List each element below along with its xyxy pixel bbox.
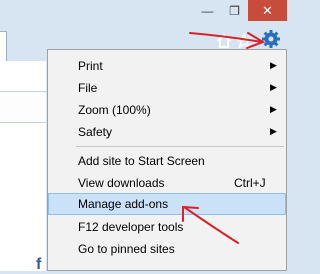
page-band [0,91,46,123]
menu-item-go-to-pinned-sites[interactable]: Go to pinned sites [48,238,286,260]
menu-item-zoom[interactable]: Zoom (100%) ▶ [48,99,286,121]
menu-item-label: Zoom (100%) [78,103,151,117]
tools-menu: Print ▶ File ▶ Zoom (100%) ▶ Safety ▶ Ad… [47,49,287,271]
home-icon[interactable] [217,32,231,50]
browser-tab-edge[interactable] [0,31,7,62]
menu-item-print[interactable]: Print ▶ [48,55,286,77]
menu-item-label: View downloads [78,176,165,190]
menu-item-label: Go to pinned sites [78,242,175,256]
submenu-arrow-icon: ▶ [270,126,277,136]
menu-item-add-site-to-start-screen[interactable]: Add site to Start Screen [48,150,286,172]
menu-item-f12-developer-tools[interactable]: F12 developer tools [48,216,286,238]
menu-item-safety[interactable]: Safety ▶ [48,121,286,143]
facebook-letter: f [36,256,42,273]
submenu-arrow-icon: ▶ [270,82,277,92]
close-button[interactable]: ✕ [248,0,287,21]
menu-item-label: Safety [78,125,113,139]
menu-item-label: Print [78,59,103,73]
menu-item-file[interactable]: File ▶ [48,77,286,99]
title-bar: — ❐ ✕ [0,0,287,26]
restore-button[interactable]: ❐ [221,0,248,21]
menu-item-label: F12 developer tools [78,220,184,234]
submenu-arrow-icon: ▶ [270,60,277,70]
page-content: f [0,61,46,273]
star-icon[interactable] [236,32,252,50]
minimize-button[interactable]: — [194,0,221,21]
menu-item-label: File [78,81,98,95]
menu-item-label: Manage add-ons [78,197,169,211]
menu-item-view-downloads[interactable]: View downloads Ctrl+J [48,172,286,194]
menu-item-label: Add site to Start Screen [78,154,205,168]
gear-icon[interactable] [261,29,281,49]
menu-item-shortcut: Ctrl+J [234,176,266,190]
menu-item-manage-add-ons[interactable]: Manage add-ons [48,193,286,215]
submenu-arrow-icon: ▶ [270,104,277,114]
menu-separator [76,146,284,147]
